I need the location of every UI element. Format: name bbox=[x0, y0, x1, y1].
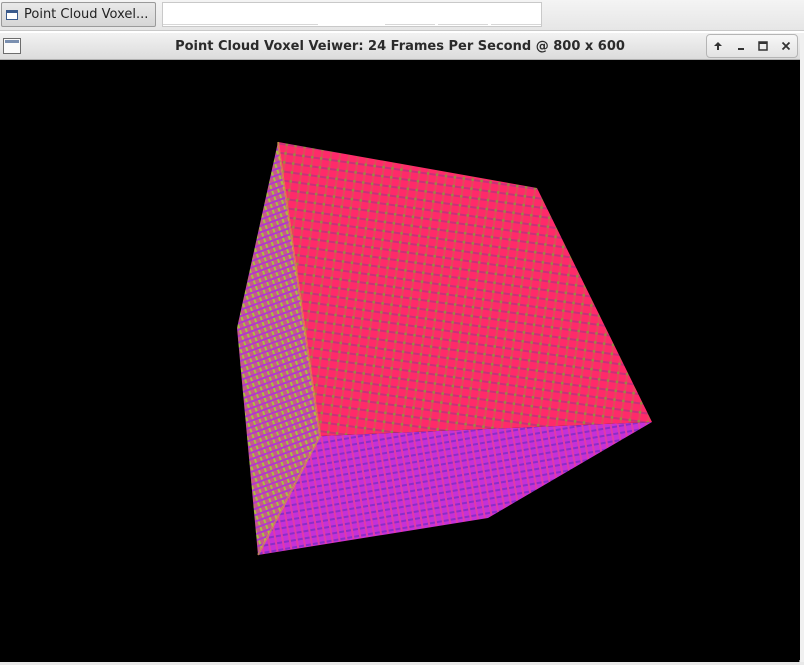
window-controls bbox=[706, 34, 798, 58]
taskbar-window-label: Point Cloud Voxel... bbox=[24, 7, 149, 22]
voxel-cube-render bbox=[237, 141, 652, 556]
window-titlebar[interactable]: Point Cloud Voxel Veiwer: 24 Frames Per … bbox=[0, 33, 800, 60]
maximize-icon[interactable] bbox=[754, 37, 772, 55]
close-icon[interactable] bbox=[777, 37, 795, 55]
render-viewport[interactable] bbox=[0, 60, 800, 660]
minimize-icon[interactable] bbox=[732, 37, 750, 55]
viewer-window: Point Cloud Voxel Veiwer: 24 Frames Per … bbox=[0, 33, 800, 662]
window-title: Point Cloud Voxel Veiwer: 24 Frames Per … bbox=[175, 39, 625, 54]
window-icon bbox=[6, 9, 18, 20]
shade-icon[interactable] bbox=[709, 37, 727, 55]
cube-front-face bbox=[278, 142, 652, 436]
taskbar: Point Cloud Voxel... bbox=[0, 0, 804, 31]
taskbar-window-button[interactable]: Point Cloud Voxel... bbox=[1, 2, 156, 27]
window-right-edge bbox=[800, 33, 804, 662]
taskbar-empty-area bbox=[162, 2, 542, 27]
